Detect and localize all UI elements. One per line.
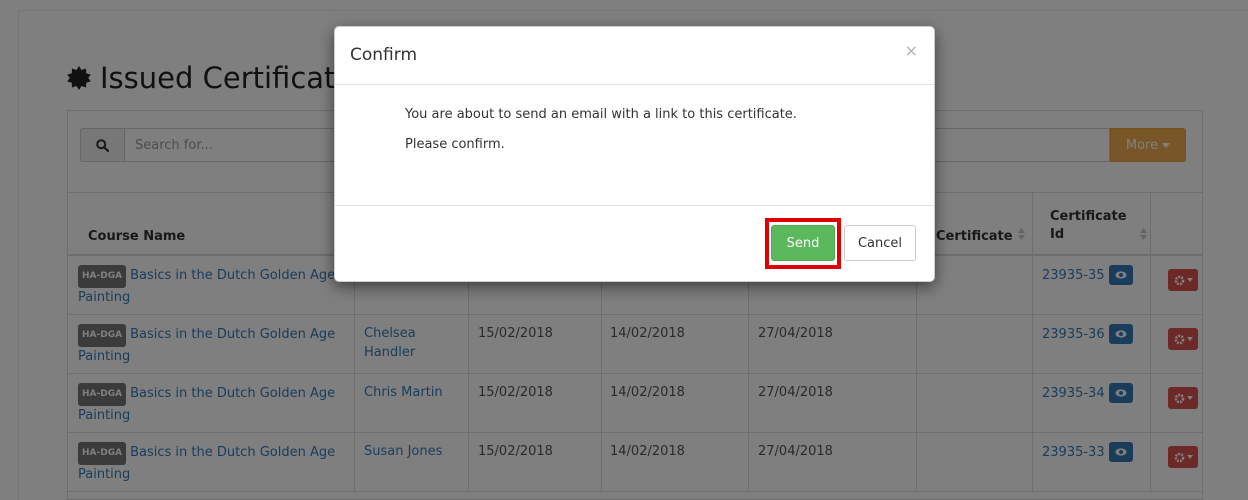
dialog-title: Confirm	[350, 45, 418, 65]
cancel-button[interactable]: Cancel	[844, 225, 916, 261]
dialog-message: You are about to send an email with a li…	[405, 107, 797, 122]
dialog-header: Confirm ×	[335, 27, 934, 85]
confirm-dialog: Confirm × You are about to send an email…	[334, 26, 935, 282]
dialog-footer: Send Cancel	[335, 205, 934, 283]
close-icon[interactable]: ×	[905, 41, 918, 60]
dialog-body: You are about to send an email with a li…	[405, 107, 797, 167]
send-button[interactable]: Send	[771, 225, 835, 261]
dialog-confirm-prompt: Please confirm.	[405, 137, 505, 152]
